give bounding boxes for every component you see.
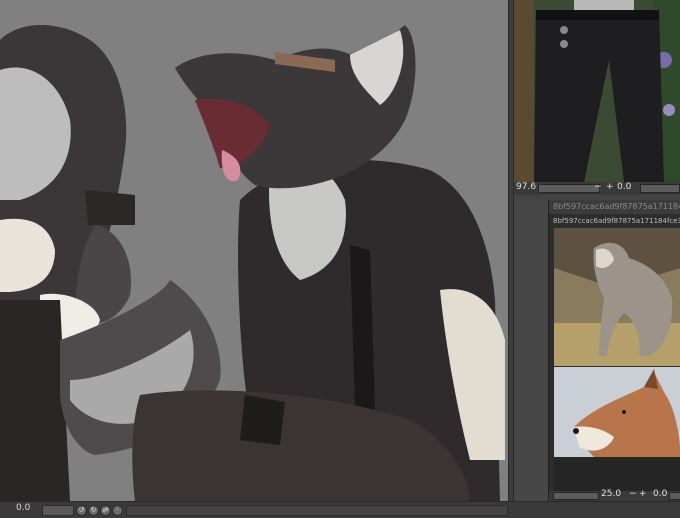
zoom-out-icon[interactable]: − xyxy=(594,182,602,192)
reference-panel-top: 97.6 − + 0.0 xyxy=(514,0,680,195)
reference-bottom-rotation-value[interactable]: 0.0 xyxy=(653,489,667,499)
reference-bottom-title[interactable]: 8bf597ccac6ad9f87875a171184fce3.jpg xyxy=(549,200,680,214)
reference-top-toolbar: 97.6 − + 0.0 xyxy=(514,182,680,195)
left-figure-legs xyxy=(0,300,70,501)
reference-top-rotation-value[interactable]: 0.0 xyxy=(617,182,631,192)
reference-bottom-zoom-value[interactable]: 25.0 xyxy=(601,489,621,499)
flip-icon[interactable]: ⇄ xyxy=(100,505,111,516)
reference-image-coyote-standing[interactable] xyxy=(554,228,680,366)
canvas-rotation-value[interactable]: 0.0 xyxy=(16,503,30,513)
reference-image-coyote-portrait[interactable] xyxy=(554,367,680,457)
rotate-right-icon[interactable]: ↻ xyxy=(88,505,99,516)
pocket-flap xyxy=(240,395,285,445)
reference-panel-bottom: 8bf597ccac6ad9f87875a171184fce3.jpg 8bf5… xyxy=(548,200,680,501)
reference-bottom-rotation-slider[interactable] xyxy=(669,492,680,500)
left-figure-armband xyxy=(85,190,135,225)
reference-bottom-zoom-slider[interactable] xyxy=(553,492,599,500)
rotate-left-icon[interactable]: ↺ xyxy=(76,505,87,516)
reference-top-zoom-value[interactable]: 97.6 xyxy=(516,182,536,192)
drawing-canvas[interactable] xyxy=(0,0,508,501)
reference-image-clothing[interactable] xyxy=(514,0,680,182)
reference-top-zoom-slider[interactable] xyxy=(538,184,600,193)
canvas-horizontal-scrollbar[interactable] xyxy=(126,505,508,516)
reference-bottom-empty-area xyxy=(554,457,680,491)
reference-side-strip xyxy=(514,200,548,501)
canvas-rotation-slider[interactable] xyxy=(42,505,74,516)
reset-icon[interactable]: ◦ xyxy=(112,505,123,516)
artwork xyxy=(0,25,505,501)
zoom-out-icon[interactable]: − xyxy=(629,489,637,499)
zoom-in-icon[interactable]: + xyxy=(606,182,614,192)
reference-top-rotation-slider[interactable] xyxy=(640,184,680,193)
canvas-bottom-bar: 0.0 ↺ ↻ ⇄ ◦ xyxy=(0,501,680,518)
reference-bottom-toolbar: 25.0 − + 0.0 xyxy=(549,489,680,501)
reference-bottom-filename: 8bf597ccac6ad9f87875a171184fce3.jpg* xyxy=(553,217,680,225)
zoom-in-icon[interactable]: + xyxy=(639,489,647,499)
